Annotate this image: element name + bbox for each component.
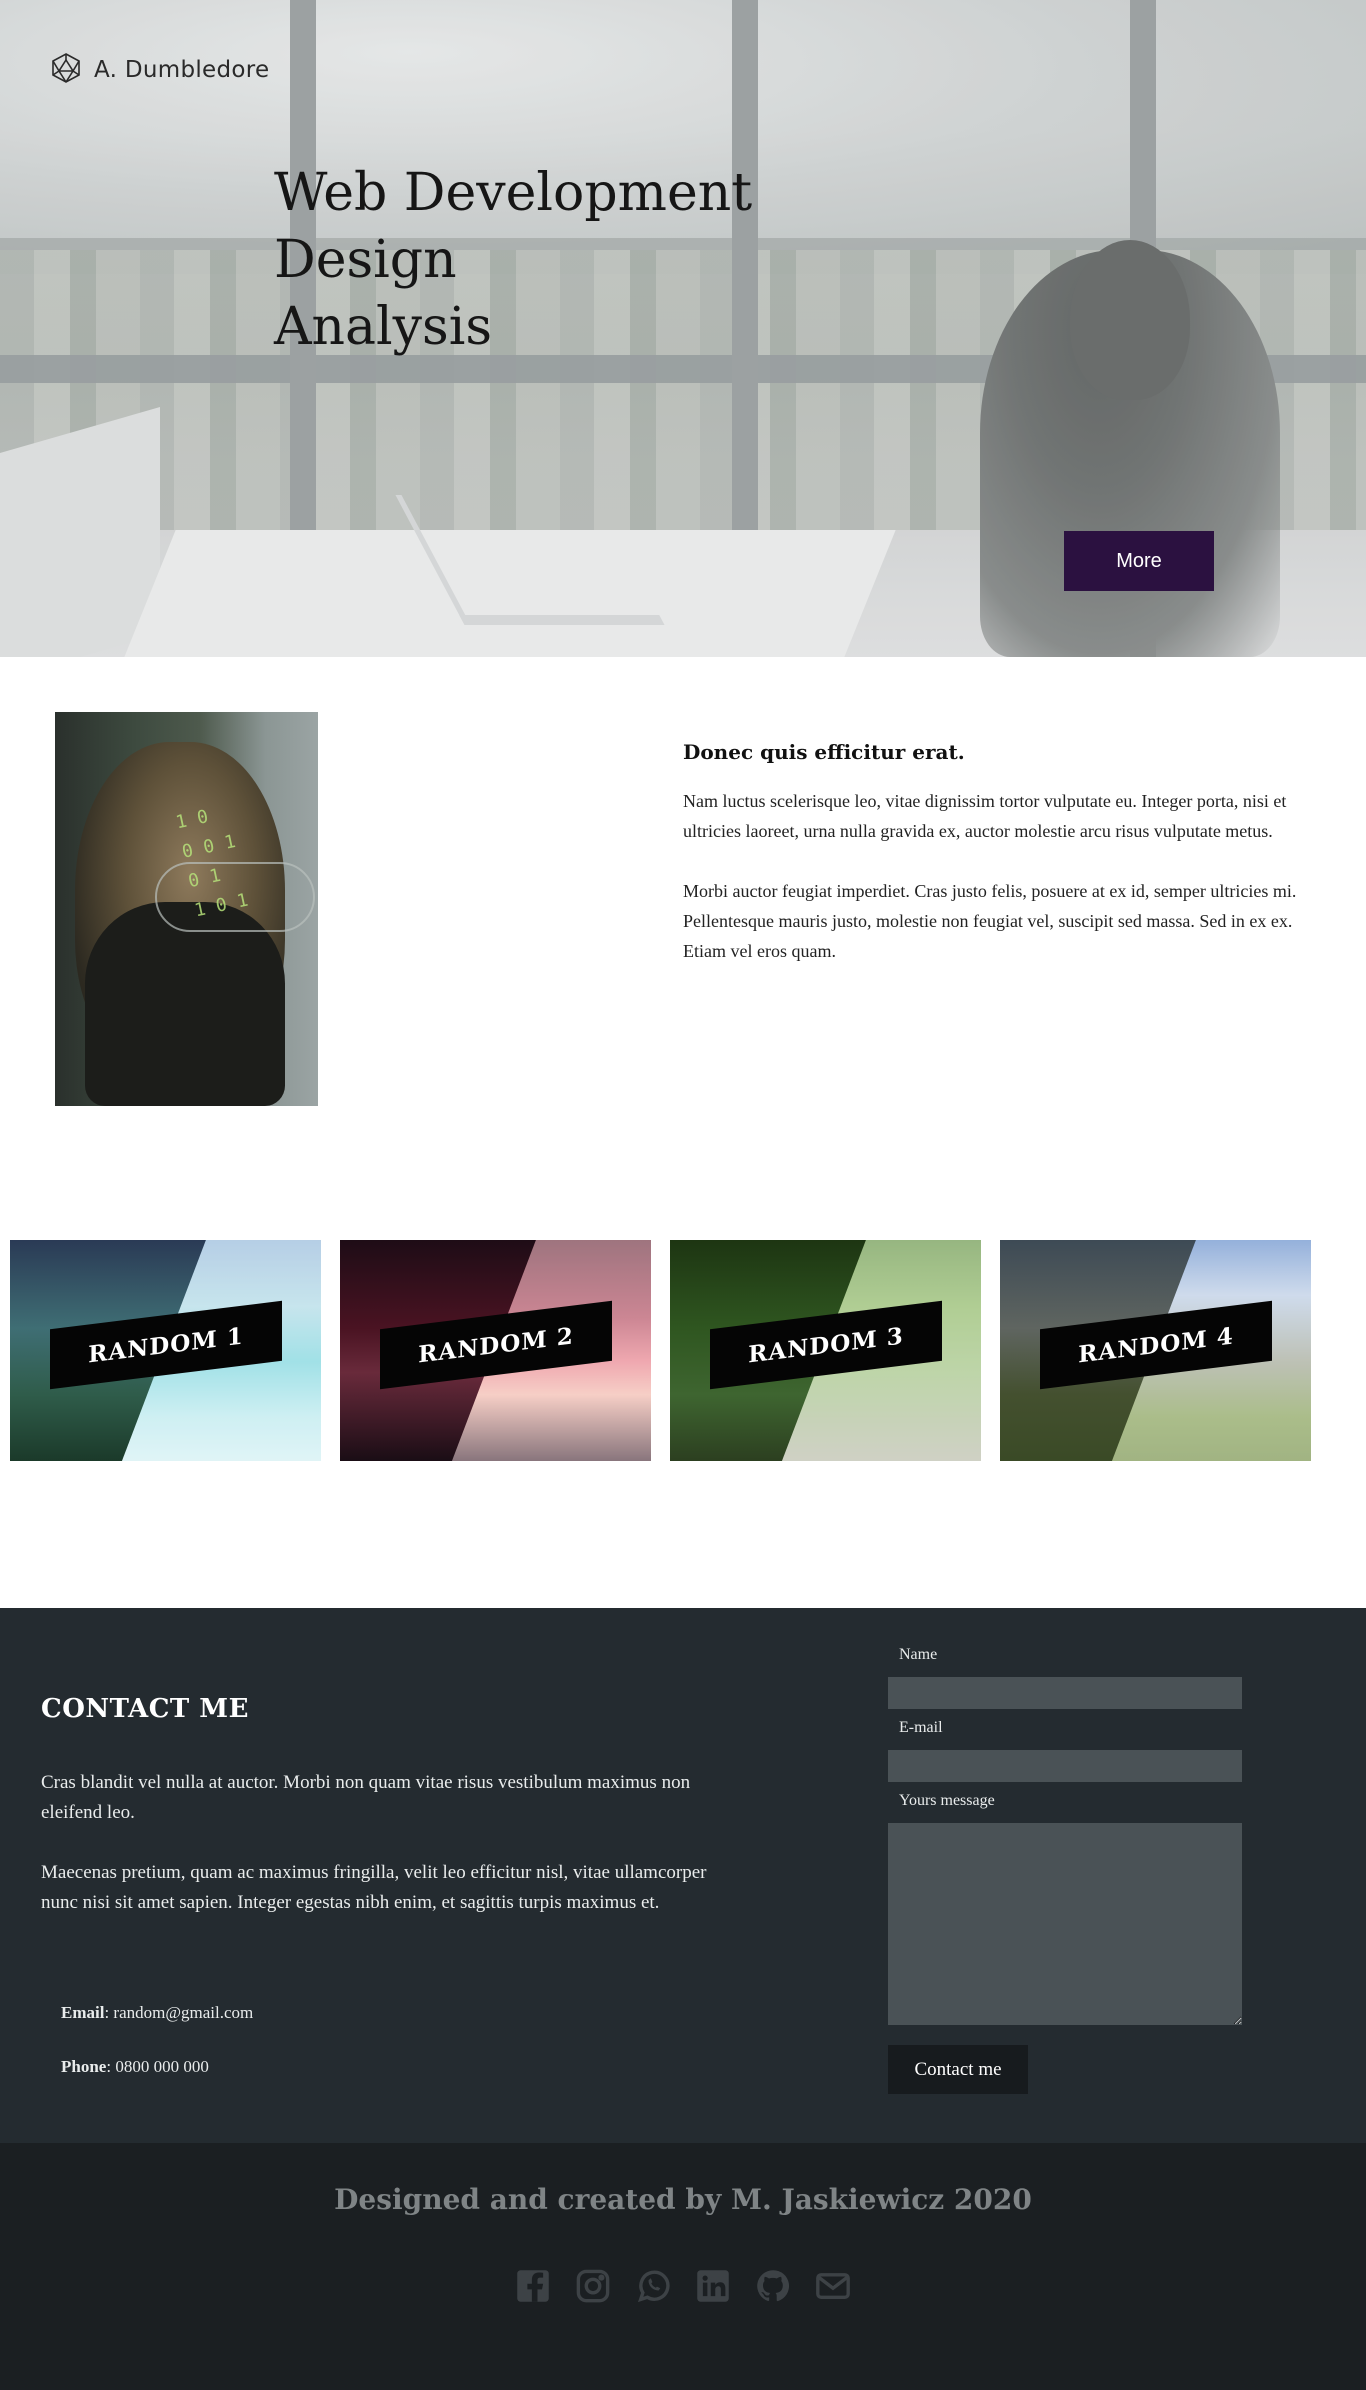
card-label: RANDOM 1 bbox=[88, 1321, 244, 1369]
portrait-image: 1 00 0 10 11 0 1 bbox=[55, 712, 318, 1106]
logo-text: A. Dumbledore bbox=[94, 57, 270, 83]
message-field[interactable] bbox=[888, 1823, 1242, 2025]
gallery-card-4[interactable]: RANDOM 4 bbox=[1000, 1240, 1311, 1461]
footer-credit: Designed and created by M. Jaskiewicz 20… bbox=[334, 2183, 1032, 2216]
email-field[interactable] bbox=[888, 1750, 1242, 1782]
contact-me-button[interactable]: Contact me bbox=[888, 2045, 1028, 2094]
more-button[interactable]: More bbox=[1064, 531, 1214, 591]
gallery-card-2[interactable]: RANDOM 2 bbox=[340, 1240, 651, 1461]
footer: Designed and created by M. Jaskiewicz 20… bbox=[0, 2143, 1366, 2390]
phone-value: : 0800 000 000 bbox=[106, 2057, 209, 2076]
hero-section: A. Dumbledore Web Development Design Ana… bbox=[0, 0, 1366, 657]
github-icon[interactable] bbox=[754, 2267, 792, 2305]
name-field-label: Name bbox=[899, 1646, 938, 1663]
email-label: Email bbox=[61, 2003, 105, 2022]
hero-title-line-3: Analysis bbox=[274, 297, 493, 357]
phone-label: Phone bbox=[61, 2057, 107, 2076]
contact-paragraph-2: Maecenas pretium, quam ac maximus fringi… bbox=[41, 1862, 707, 1913]
hero-title-line-1: Web Development bbox=[274, 163, 753, 223]
logo[interactable]: A. Dumbledore bbox=[50, 52, 269, 88]
card-label: RANDOM 4 bbox=[1078, 1321, 1234, 1369]
contact-email: Email: random@gmail.com bbox=[61, 2003, 253, 2023]
contact-phone: Phone: 0800 000 000 bbox=[61, 2057, 209, 2077]
message-field-label: Yours message bbox=[899, 1792, 995, 1809]
contact-section: CONTACT ME Cras blandit vel nulla at auc… bbox=[0, 1608, 1366, 2143]
gallery-card-1[interactable]: RANDOM 1 bbox=[10, 1240, 321, 1461]
about-section: Donec quis efficitur erat. Nam luctus sc… bbox=[683, 740, 1313, 996]
about-paragraph-2: Morbi auctor feugiat imperdiet. Cras jus… bbox=[683, 881, 1297, 961]
envelope-icon[interactable] bbox=[814, 2267, 852, 2305]
hero-title-line-2: Design bbox=[274, 230, 457, 290]
about-heading: Donec quis efficitur erat. bbox=[683, 740, 965, 764]
instagram-icon[interactable] bbox=[574, 2267, 612, 2305]
contact-paragraph-1: Cras blandit vel nulla at auctor. Morbi … bbox=[41, 1772, 691, 1823]
card-label: RANDOM 3 bbox=[748, 1321, 904, 1369]
about-paragraph-1: Nam luctus scelerisque leo, vitae dignis… bbox=[683, 791, 1287, 841]
hero-title: Web Development Design Analysis bbox=[274, 160, 752, 361]
polyhedron-logo-icon bbox=[50, 52, 82, 88]
contact-title: CONTACT ME bbox=[41, 1694, 249, 1724]
gallery-card-3[interactable]: RANDOM 3 bbox=[670, 1240, 981, 1461]
social-links bbox=[0, 2267, 1366, 2305]
card-label: RANDOM 2 bbox=[418, 1321, 574, 1369]
facebook-icon[interactable] bbox=[514, 2267, 552, 2305]
email-field-label: E-mail bbox=[899, 1719, 943, 1736]
whatsapp-icon[interactable] bbox=[634, 2267, 672, 2305]
email-value: : random@gmail.com bbox=[104, 2003, 254, 2022]
name-field[interactable] bbox=[888, 1677, 1242, 1709]
linkedin-icon[interactable] bbox=[694, 2267, 732, 2305]
